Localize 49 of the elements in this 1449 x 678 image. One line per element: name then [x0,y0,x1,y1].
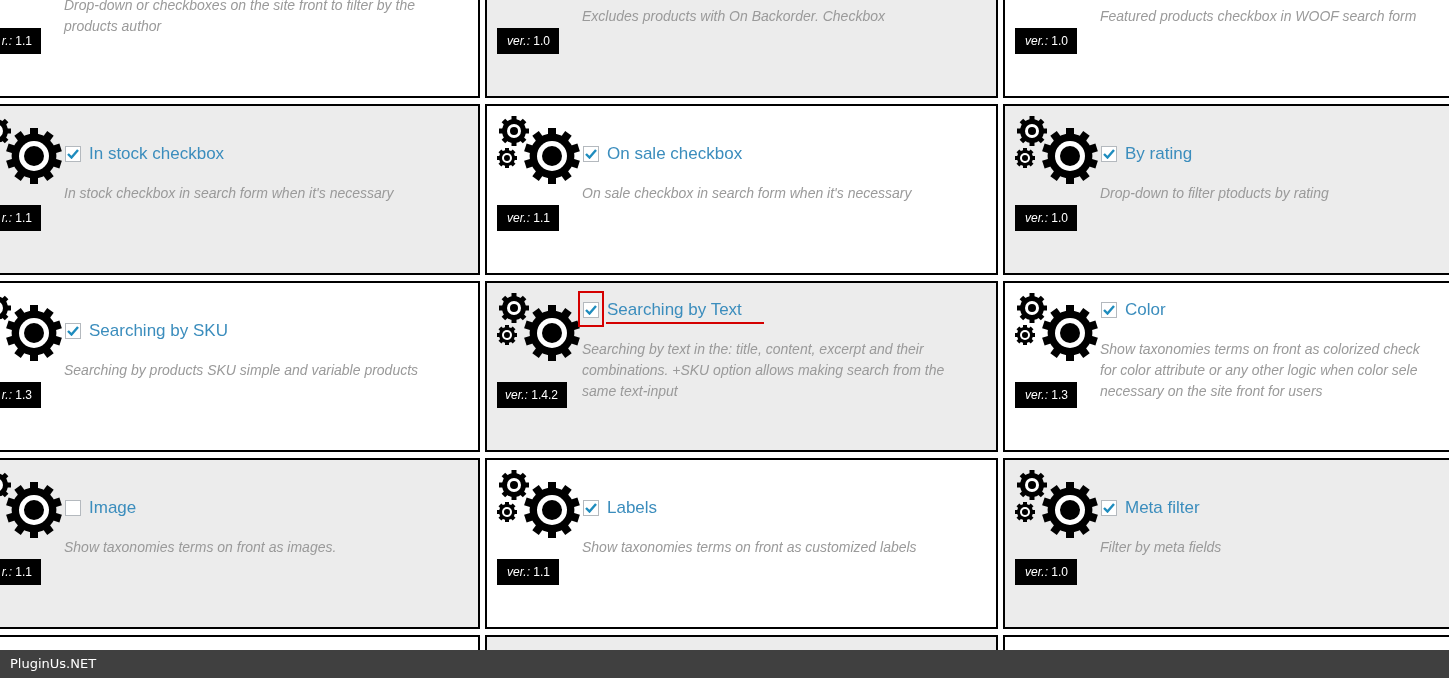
version-badge: r.: 1.3 [0,382,41,408]
gears-icon [497,116,583,184]
module-description: Drop-down to filter ptoducts by rating [1100,183,1329,203]
module-description: Filter by meta fields [1100,537,1222,557]
module-description: Featured products checkbox in WOOF search form [1100,6,1417,26]
module-title: Image [89,497,137,518]
module-title: By rating [1125,143,1193,164]
module-title: Labels [607,497,658,518]
module-description: On sale checkbox in search form when it's necessary [582,183,912,203]
module-title: Searching by SKU [89,320,228,341]
module-description: Show taxonomies terms on front as customized labels [582,537,917,557]
checkbox[interactable] [65,322,81,339]
gears-icon [497,293,583,361]
version-badge: r.: 1.1 [0,559,41,585]
module-description: Show taxonomies terms on front as images. [64,537,337,557]
gears-icon [1015,470,1101,538]
gears-icon [1015,293,1101,361]
module-description: Searching by text in the: title, content, excerpt and their combinations. +SKU option allows making search from the same text-input [582,339,945,401]
checkbox[interactable] [583,145,599,162]
gears-icon [497,470,583,538]
checkbox[interactable] [65,499,81,516]
gears-icon [1015,116,1101,184]
version-badge: ver.: 1.4.2 [497,382,567,408]
checkbox[interactable] [583,499,599,516]
module-description: Searching by products SKU simple and variable products [64,360,419,380]
module-title: Color [1125,299,1166,320]
module-title: On sale checkbox [607,143,743,164]
module-description: Excludes products with On Backorder. Checkbox [582,6,885,26]
module-description: Show taxonomies terms on front as colorized check for color attribute or any other logic when color sele necessary on the site front for users [1100,339,1420,401]
footer-brand: PluginUs.NET [10,655,97,674]
checkbox[interactable] [1101,499,1117,516]
checkbox[interactable] [1101,145,1117,162]
module-title: Searching by Text [607,299,742,320]
version-badge: r.: 1.1 [0,28,41,54]
version-badge: ver.: 1.1 [497,205,559,231]
version-badge: ver.: 1.0 [497,28,559,54]
module-title: Meta filter [1125,497,1200,518]
module-title: In stock checkbox [89,143,225,164]
module-description: In stock checkbox in search form when it's necessary [64,183,394,203]
checkbox[interactable] [583,301,599,318]
module-description: Drop-down or checkboxes on the site front to filter by the products author [64,0,415,36]
version-badge: r.: 1.1 [0,205,41,231]
version-badge: ver.: 1.0 [1015,559,1077,585]
version-badge: ver.: 1.1 [497,559,559,585]
version-badge: ver.: 1.3 [1015,382,1077,408]
checkbox[interactable] [1101,301,1117,318]
version-badge: ver.: 1.0 [1015,28,1077,54]
version-badge: ver.: 1.0 [1015,205,1077,231]
checkbox[interactable] [65,145,81,162]
